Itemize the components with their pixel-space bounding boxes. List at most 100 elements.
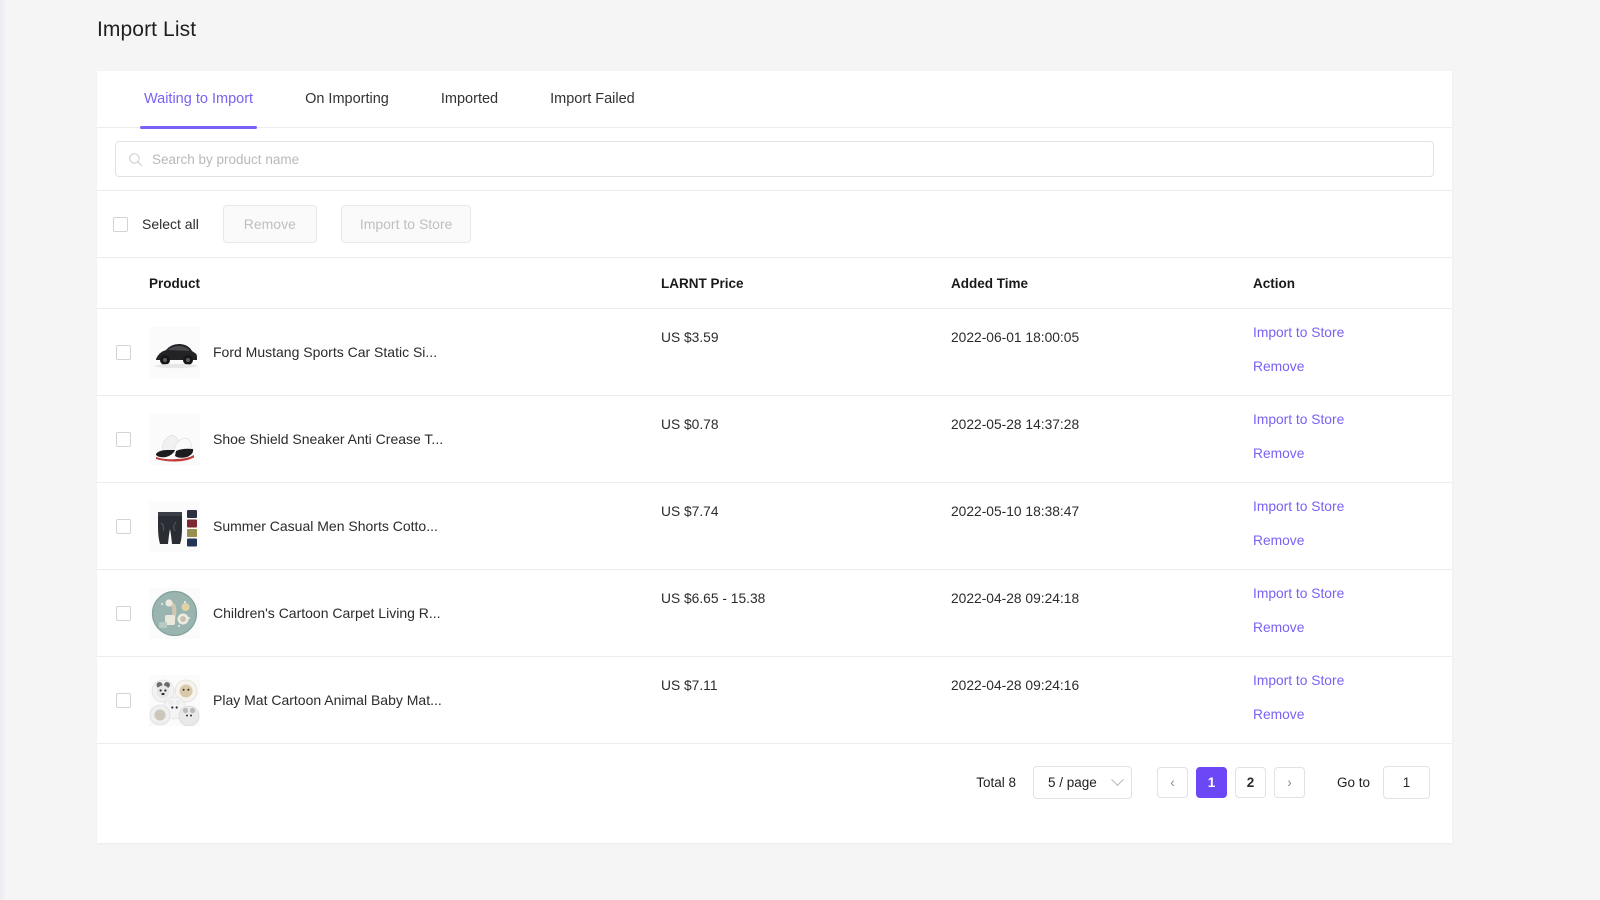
bulk-actions-bar: Select all Remove Import to Store (97, 191, 1452, 258)
tab-bar: Waiting to Import On Importing Imported … (97, 71, 1452, 129)
table-row: Children's Cartoon Carpet Living R... US… (97, 570, 1452, 657)
row-added-time-cell: 2022-04-28 09:24:16 (951, 657, 1253, 743)
row-product-cell: Summer Casual Men Shorts Cotto... (149, 483, 661, 569)
tab-on-importing[interactable]: On Importing (279, 71, 415, 128)
chevron-down-icon (1111, 772, 1124, 786)
row-checkbox-cell (97, 309, 149, 395)
added-time-value: 2022-04-28 09:24:16 (951, 678, 1080, 693)
price-value: US $7.11 (661, 678, 718, 693)
row-import-to-store-link[interactable]: Import to Store (1253, 413, 1344, 427)
row-product-cell: Children's Cartoon Carpet Living R... (149, 570, 661, 656)
car-thumbnail (149, 326, 200, 378)
prev-page-button[interactable]: ‹ (1156, 766, 1188, 798)
row-import-to-store-link[interactable]: Import to Store (1253, 326, 1344, 340)
row-checkbox-cell (97, 396, 149, 482)
price-value: US $3.59 (661, 330, 719, 345)
row-import-to-store-link[interactable]: Import to Store (1253, 500, 1344, 514)
table-row: Ford Mustang Sports Car Static Si... US … (97, 309, 1452, 396)
page-button-1[interactable]: 1 (1195, 766, 1227, 798)
tab-label: Waiting to Import (144, 91, 254, 107)
table-row: Shoe Shield Sneaker Anti Crease T... US … (97, 396, 1452, 483)
row-checkbox-cell (97, 570, 149, 656)
row-checkbox[interactable] (115, 605, 131, 621)
playmat-thumbnail (149, 674, 200, 726)
pagination-bar: Total 8 5 / page ‹ 1 2 › Go to 1 (97, 744, 1452, 820)
row-price-cell: US $6.65 - 15.38 (661, 570, 951, 656)
tab-imported[interactable]: Imported (415, 71, 524, 128)
row-checkbox[interactable] (115, 431, 131, 447)
goto-label: Go to (1336, 774, 1370, 790)
added-time-value: 2022-06-01 18:00:05 (951, 330, 1080, 345)
row-added-time-cell: 2022-06-01 18:00:05 (951, 309, 1253, 395)
row-added-time-cell: 2022-04-28 09:24:18 (951, 570, 1253, 656)
product-name[interactable]: Children's Cartoon Carpet Living R... (213, 605, 441, 621)
tab-import-failed[interactable]: Import Failed (524, 71, 661, 128)
added-time-value: 2022-05-28 14:37:28 (951, 417, 1080, 432)
header-added-time: Added Time (951, 275, 1029, 291)
row-remove-link[interactable]: Remove (1253, 707, 1304, 722)
row-action-cell: Import to Store Remove (1253, 309, 1452, 395)
header-action: Action (1253, 275, 1295, 291)
shorts-thumbnail (149, 500, 200, 552)
added-time-value: 2022-04-28 09:24:18 (951, 591, 1080, 606)
added-time-value: 2022-05-10 18:38:47 (951, 504, 1080, 519)
search-section (97, 128, 1452, 191)
page-size-select[interactable]: 5 / page (1032, 765, 1132, 799)
import-list-card: Waiting to Import On Importing Imported … (97, 71, 1452, 843)
row-checkbox[interactable] (115, 518, 131, 534)
product-name[interactable]: Ford Mustang Sports Car Static Si... (213, 344, 437, 360)
bulk-import-to-store-button[interactable]: Import to Store (340, 205, 472, 243)
tab-label: Imported (440, 91, 499, 107)
select-all-checkbox[interactable] (113, 216, 128, 232)
row-product-cell: Play Mat Cartoon Animal Baby Mat... (149, 657, 661, 743)
product-name[interactable]: Summer Casual Men Shorts Cotto... (213, 518, 438, 534)
row-checkbox-cell (97, 657, 149, 743)
tab-label: Import Failed (550, 91, 635, 107)
row-action-cell: Import to Store Remove (1253, 657, 1452, 743)
table-row: Summer Casual Men Shorts Cotto... US $7.… (97, 483, 1452, 570)
header-product: Product (149, 275, 201, 291)
page-button-2[interactable]: 2 (1234, 766, 1266, 798)
tab-waiting-to-import[interactable]: Waiting to Import (118, 71, 279, 129)
row-checkbox[interactable] (115, 344, 131, 360)
row-remove-link[interactable]: Remove (1253, 620, 1304, 635)
search-input[interactable] (152, 151, 1421, 167)
row-remove-link[interactable]: Remove (1253, 533, 1304, 548)
bulk-remove-button[interactable]: Remove (222, 205, 317, 243)
row-checkbox[interactable] (115, 692, 131, 708)
search-icon (129, 152, 143, 166)
row-product-cell: Shoe Shield Sneaker Anti Crease T... (149, 396, 661, 482)
total-count-label: Total 8 (976, 774, 1016, 790)
left-edge-rail (0, 0, 6, 900)
select-all-label: Select all (142, 216, 199, 232)
row-price-cell: US $7.74 (661, 483, 951, 569)
row-price-cell: US $7.11 (661, 657, 951, 743)
goto-page-input[interactable]: 1 (1383, 765, 1430, 799)
product-name[interactable]: Shoe Shield Sneaker Anti Crease T... (213, 431, 443, 447)
tab-label: On Importing (305, 91, 389, 107)
row-import-to-store-link[interactable]: Import to Store (1253, 674, 1344, 688)
row-remove-link[interactable]: Remove (1253, 359, 1304, 374)
table-row: Play Mat Cartoon Animal Baby Mat... US $… (97, 657, 1452, 744)
row-checkbox-cell (97, 483, 149, 569)
row-price-cell: US $0.78 (661, 396, 951, 482)
row-import-to-store-link[interactable]: Import to Store (1253, 587, 1344, 601)
sneaker-thumbnail (149, 413, 200, 465)
row-added-time-cell: 2022-05-10 18:38:47 (951, 483, 1253, 569)
row-action-cell: Import to Store Remove (1253, 483, 1452, 569)
header-price: LARNT Price (661, 275, 744, 291)
next-page-button[interactable]: › (1273, 766, 1305, 798)
product-name[interactable]: Play Mat Cartoon Animal Baby Mat... (213, 692, 442, 708)
row-remove-link[interactable]: Remove (1253, 446, 1304, 461)
row-product-cell: Ford Mustang Sports Car Static Si... (149, 309, 661, 395)
row-action-cell: Import to Store Remove (1253, 396, 1452, 482)
page-size-label: 5 / page (1047, 774, 1097, 790)
row-price-cell: US $3.59 (661, 309, 951, 395)
row-added-time-cell: 2022-05-28 14:37:28 (951, 396, 1253, 482)
row-action-cell: Import to Store Remove (1253, 570, 1452, 656)
carpet-thumbnail (149, 587, 200, 639)
search-box[interactable] (115, 141, 1434, 177)
price-value: US $7.74 (661, 504, 719, 519)
price-value: US $6.65 - 15.38 (661, 591, 766, 606)
table-header: Product LARNT Price Added Time Action (97, 258, 1452, 309)
